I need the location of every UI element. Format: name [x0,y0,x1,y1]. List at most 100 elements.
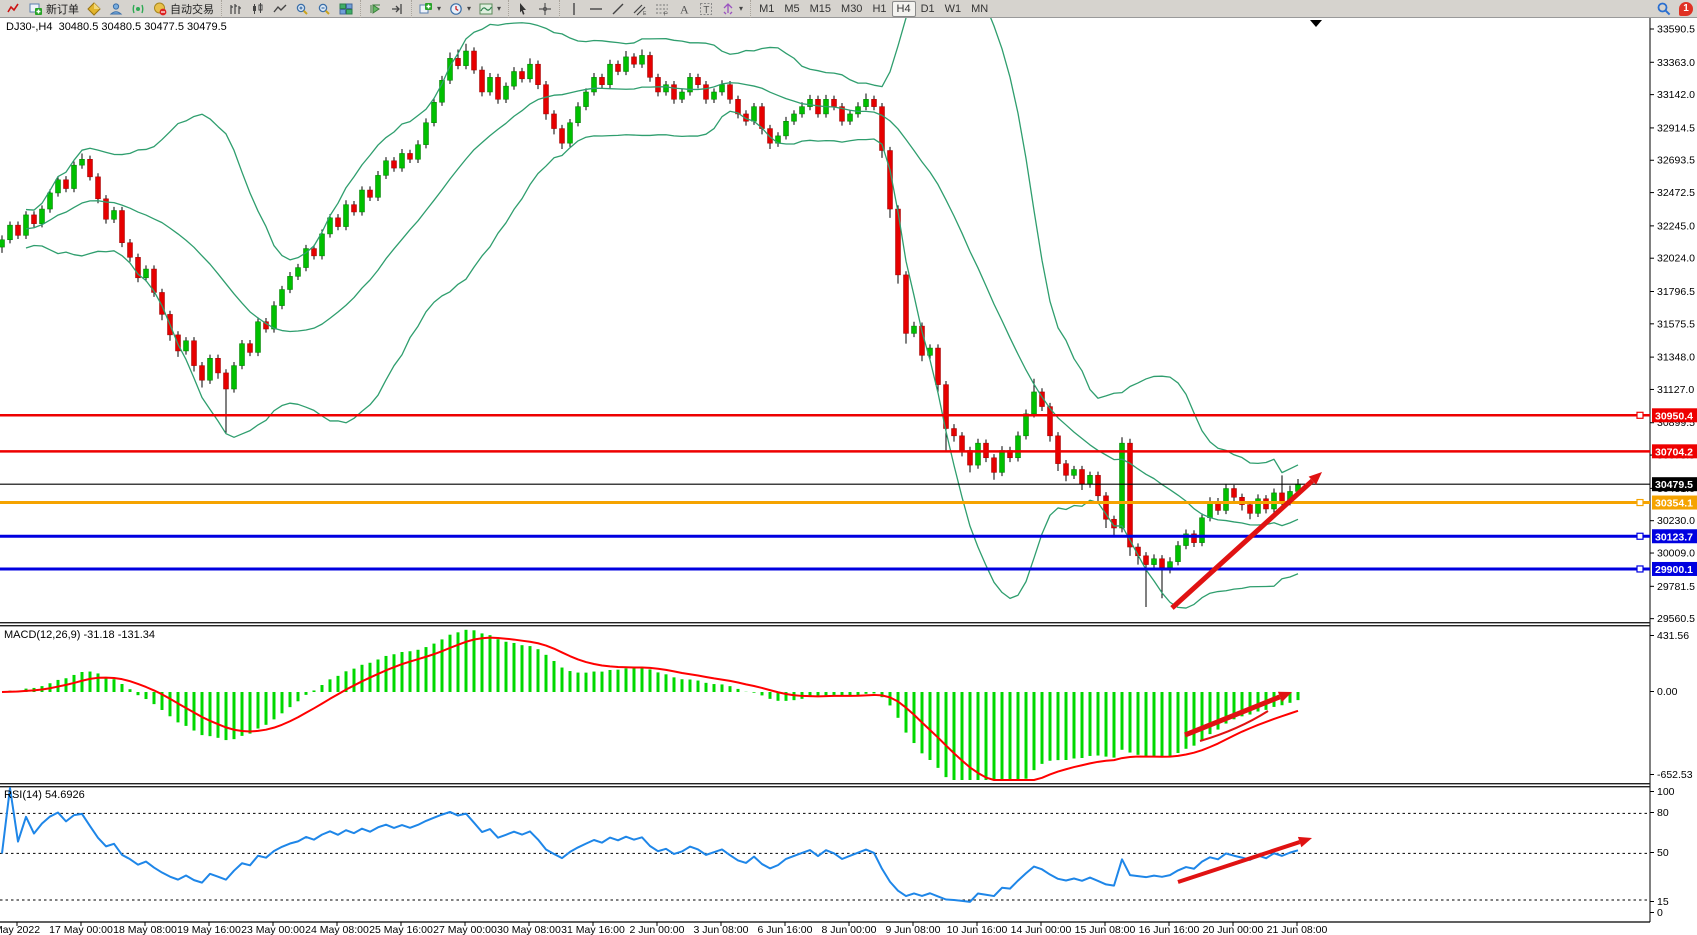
search-button[interactable] [1653,1,1675,17]
crosshair-tool-button[interactable] [534,1,556,17]
svg-text:30354.1: 30354.1 [1655,498,1693,510]
signals-button[interactable] [127,1,149,17]
svg-text:9 Jun 08:00: 9 Jun 08:00 [886,924,941,935]
svg-text:30 May 08:00: 30 May 08:00 [497,924,561,935]
indicators-diamond-button[interactable] [83,1,105,17]
toolbar-group-timeframes: M1M5M15M30H1H4D1W1MN [750,0,996,18]
channel-tool[interactable]: E [629,1,651,17]
arrows-tool[interactable]: ▾ [717,1,747,17]
candlestick-chart-button[interactable] [247,1,269,17]
svg-text:30704.2: 30704.2 [1655,446,1693,458]
market-watch-button[interactable] [105,1,127,17]
bar-chart-button[interactable] [225,1,247,17]
chart-shift-button[interactable] [386,1,408,17]
timeframe-button-m1[interactable]: M1 [754,1,779,17]
trading-terminal-window: { "toolbar": { "buttons_left": [ {"name"… [0,0,1697,935]
trend-arrow-rsi-head[interactable] [1298,837,1312,847]
shift-icon [390,2,404,16]
svg-text:30123.7: 30123.7 [1655,531,1693,543]
rsi-indicator-label: RSI(14) 54.6926 [4,789,85,801]
arrows-icon [721,2,735,16]
svg-text:33590.5: 33590.5 [1657,24,1695,36]
toolbar-group-trading: 新订单 自动交易 [0,0,221,18]
timeframe-button-w1[interactable]: W1 [940,1,967,17]
chart-canvas[interactable]: 33590.533363.033142.032914.532693.532472… [0,0,1697,935]
panel-divider[interactable] [0,622,1650,623]
horizontal-line-tool[interactable] [585,1,607,17]
svg-text:May 2022: May 2022 [0,924,40,935]
timeframe-button-h4[interactable]: H4 [892,1,916,17]
svg-text:20 Jun 00:00: 20 Jun 00:00 [1203,924,1264,935]
cursor-icon [516,2,530,16]
vertical-line-tool[interactable] [563,1,585,17]
svg-text:3 Jun 08:00: 3 Jun 08:00 [694,924,749,935]
macd-panel: 431.560.00-652.53 [2,630,1693,781]
svg-text:32472.5: 32472.5 [1657,187,1695,199]
toolbar-button-label: 新订单 [46,1,79,17]
zoom-in-button[interactable] [291,1,313,17]
macd-signal-line [2,638,1298,780]
svg-text:14 Jun 00:00: 14 Jun 00:00 [1011,924,1072,935]
timeframe-button-mn[interactable]: MN [966,1,993,17]
periods-clock-button[interactable]: ▾ [445,1,475,17]
tile-windows-button[interactable] [335,1,357,17]
svg-text:33363.0: 33363.0 [1657,57,1695,69]
toolbar-group-scroll [360,0,411,18]
auto-trading-button[interactable]: 自动交易 [149,1,218,17]
symbol-chart-icon[interactable] [3,1,25,17]
fibo-icon: F [655,2,669,16]
chart-shift-marker[interactable] [1310,20,1322,27]
svg-text:30009.0: 30009.0 [1657,548,1695,560]
person-icon [109,2,123,16]
add-indicator-button[interactable]: ▾ [415,1,445,17]
rsi-line [2,788,1298,902]
svg-text:25 May 16:00: 25 May 16:00 [369,924,433,935]
main-toolbar: 新订单自动交易 ▾▾▾ EFAT▾ M1M5M15M30H1H4D1W1MN 1 [0,0,1697,18]
timeframe-button-m5[interactable]: M5 [779,1,804,17]
svg-text:0.00: 0.00 [1657,686,1678,698]
svg-text:23 May 00:00: 23 May 00:00 [241,924,305,935]
linechart-icon [273,2,287,16]
text-label-tool[interactable]: T [695,1,717,17]
textA-icon: A [677,2,691,16]
text-tool[interactable]: A [673,1,695,17]
line-chart-button[interactable] [269,1,291,17]
toolbar-group-cursor [508,0,559,18]
template-icon [479,2,493,16]
cursor-tool-button[interactable] [512,1,534,17]
svg-text:8 Jun 00:00: 8 Jun 00:00 [822,924,877,935]
trend-arrow-rsi[interactable] [1178,842,1300,882]
new-order-button[interactable]: 新订单 [25,1,83,17]
timeframe-button-m30[interactable]: M30 [836,1,867,17]
rsi-panel: 1008050150 [0,786,1675,919]
search-icon [1657,2,1671,16]
svg-text:100: 100 [1657,786,1675,798]
play-icon [368,2,382,16]
zoom-out-button[interactable] [313,1,335,17]
auto-scroll-button[interactable] [364,1,386,17]
toolbar-button-label: 自动交易 [170,1,214,17]
candle-mini-icon [7,2,21,16]
svg-text:31127.0: 31127.0 [1657,384,1694,396]
svg-text:17 May 00:00: 17 May 00:00 [49,924,113,935]
panel-divider[interactable] [0,783,1650,784]
diamond-icon [87,2,101,16]
timeframe-button-d1[interactable]: D1 [916,1,940,17]
timeframe-button-h1[interactable]: H1 [867,1,891,17]
notification-badge[interactable]: 1 [1679,2,1693,16]
timeframe-button-m15[interactable]: M15 [805,1,836,17]
svg-text:30950.4: 30950.4 [1655,410,1693,422]
toolbar-group-right: 1 [1653,1,1697,17]
svg-text:24 May 08:00: 24 May 08:00 [305,924,369,935]
time-axis: May 202217 May 00:0018 May 08:0019 May 1… [0,922,1328,935]
bars-icon [229,2,243,16]
svg-text:F: F [664,11,667,16]
templates-button[interactable]: ▾ [475,1,505,17]
trendline-tool[interactable] [607,1,629,17]
fibonacci-tool[interactable]: F [651,1,673,17]
svg-text:0: 0 [1657,907,1663,919]
chevron-down-icon: ▾ [497,4,501,13]
channel-icon: E [633,2,647,16]
toolbar-group-objects: ▾▾▾ [411,0,508,18]
svg-text:15 Jun 08:00: 15 Jun 08:00 [1075,924,1136,935]
